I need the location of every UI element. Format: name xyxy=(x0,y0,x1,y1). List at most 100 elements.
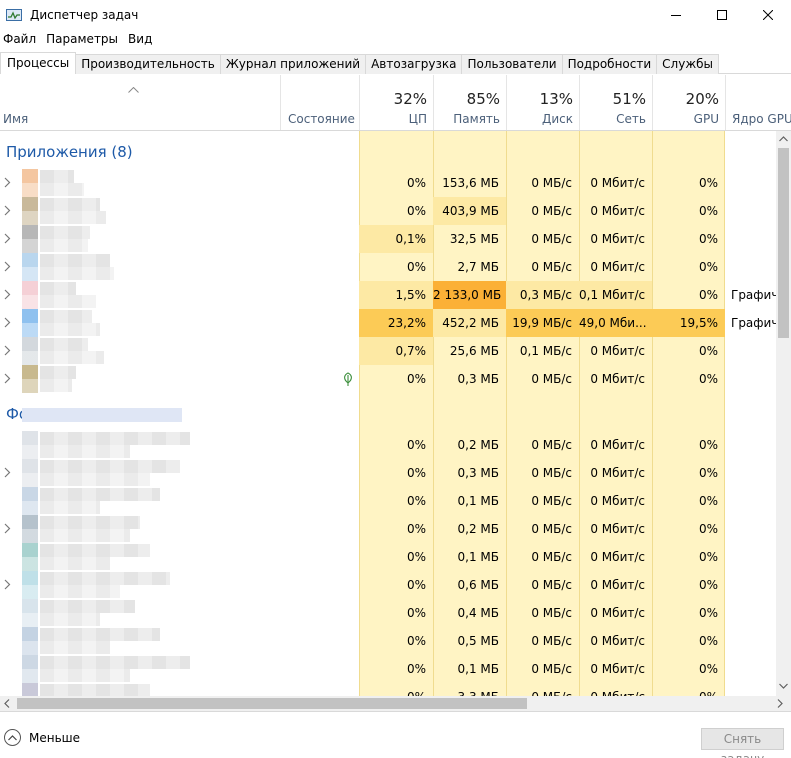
fewer-details-button[interactable]: Меньше xyxy=(4,729,80,746)
scroll-left-icon[interactable] xyxy=(4,699,10,708)
gpu-value: 0% xyxy=(698,634,718,648)
scroll-right-icon[interactable] xyxy=(777,699,783,708)
horizontal-scroll-thumb[interactable] xyxy=(17,698,527,709)
end-task-button[interactable]: Снять задачу xyxy=(701,728,784,758)
process-icon xyxy=(22,487,38,515)
chevron-right-icon[interactable] xyxy=(4,467,11,478)
table-row[interactable]: 0% 0,5 МБ 0 МБ/с 0 Мбит/с 0% xyxy=(0,627,776,655)
table-row[interactable]: 0% 153,6 МБ 0 МБ/с 0 Мбит/с 0% xyxy=(0,169,776,197)
chevron-right-icon[interactable] xyxy=(4,373,11,384)
process-icon xyxy=(22,627,38,655)
column-memory-label: Память xyxy=(453,112,500,126)
close-icon xyxy=(763,9,773,20)
memory-value: 0,1 МБ xyxy=(457,662,499,676)
tab-services[interactable]: Службы xyxy=(656,54,720,74)
column-gpu-engine[interactable]: Ядро GPU xyxy=(725,75,791,130)
table-row[interactable]: 0% 0,1 МБ 0 МБ/с 0 Мбит/с 0% xyxy=(0,655,776,683)
chevron-right-icon[interactable] xyxy=(4,317,11,328)
menu-options[interactable]: Параметры xyxy=(41,29,123,49)
group-header-apps[interactable]: Приложения (8) xyxy=(0,131,776,161)
column-name[interactable]: Имя xyxy=(0,75,280,130)
redacted-process-name xyxy=(40,641,110,654)
column-gpu[interactable]: 20% GPU xyxy=(652,75,725,130)
table-row[interactable]: 1,5% 2 133,0 МБ 0,3 МБ/с 0,1 Мбит/с 0% Графич… xyxy=(0,281,776,309)
column-cpu-label: ЦП xyxy=(408,112,427,126)
process-icon xyxy=(22,655,38,683)
table-row[interactable]: 0% 0,2 МБ 0 МБ/с 0 Мбит/с 0% xyxy=(0,515,776,543)
gpu-engine-value: Графиче xyxy=(731,316,776,330)
scroll-down-icon[interactable] xyxy=(779,683,788,689)
title-bar: Диспетчер задач xyxy=(0,0,791,29)
network-value: 0 Мбит/с xyxy=(590,494,645,508)
gpu-value: 0% xyxy=(698,232,718,246)
gpu-value: 0% xyxy=(698,344,718,358)
chevron-right-icon[interactable] xyxy=(4,205,11,216)
redacted-process-name xyxy=(40,572,170,585)
column-disk[interactable]: 13% Диск xyxy=(506,75,579,130)
process-icon xyxy=(22,543,38,571)
chevron-right-icon[interactable] xyxy=(4,345,11,356)
table-row[interactable]: 0% 0,4 МБ 0 МБ/с 0 Мбит/с 0% xyxy=(0,599,776,627)
process-icon xyxy=(22,571,38,599)
process-icon xyxy=(22,253,38,281)
tab-app-history[interactable]: Журнал приложений xyxy=(219,54,367,74)
table-row[interactable]: 0% 0,3 МБ 0 МБ/с 0 Мбит/с 0% xyxy=(0,365,776,393)
gpu-engine-value xyxy=(731,515,776,543)
disk-value: 0 МБ/с xyxy=(531,438,572,452)
table-row[interactable]: 0,1% 32,5 МБ 0 МБ/с 0 Мбит/с 0% xyxy=(0,225,776,253)
scroll-up-icon[interactable] xyxy=(779,136,788,142)
memory-value: 452,2 МБ xyxy=(433,309,506,337)
tab-users[interactable]: Пользователи xyxy=(461,54,563,74)
chevron-right-icon[interactable] xyxy=(4,233,11,244)
process-icon xyxy=(22,365,38,393)
close-button[interactable] xyxy=(745,0,791,29)
table-row[interactable]: 0%3,3 МБ0 МБ/с0 Мбит/с0% xyxy=(0,683,776,696)
table-row[interactable]: 0% 0,1 МБ 0 МБ/с 0 Мбит/с 0% xyxy=(0,487,776,515)
redacted-process-name xyxy=(40,656,190,669)
column-memory[interactable]: 85% Память xyxy=(433,75,506,130)
minimize-icon xyxy=(671,14,681,16)
redacted-process-name xyxy=(40,432,190,445)
chevron-right-icon[interactable] xyxy=(4,177,11,188)
minimize-button[interactable] xyxy=(653,0,699,29)
table-row[interactable]: 0% 0,2 МБ 0 МБ/с 0 Мбит/с 0% xyxy=(0,431,776,459)
chevron-right-icon[interactable] xyxy=(4,289,11,300)
menu-file[interactable]: Файл xyxy=(0,29,41,49)
horizontal-scrollbar[interactable] xyxy=(0,696,791,711)
menu-view[interactable]: Вид xyxy=(123,29,157,49)
table-row[interactable]: 0% 403,9 МБ 0 МБ/с 0 Мбит/с 0% xyxy=(0,197,776,225)
gpu-engine-value xyxy=(731,627,776,655)
disk-value: 0 МБ/с xyxy=(531,260,572,274)
gpu-value: 0% xyxy=(698,578,718,592)
table-row[interactable]: 0% 0,1 МБ 0 МБ/с 0 Мбит/с 0% xyxy=(0,543,776,571)
tab-details[interactable]: Подробности xyxy=(561,54,658,74)
network-value: 49,0 Мби... xyxy=(579,309,652,337)
table-row[interactable]: 0% 2,7 МБ 0 МБ/с 0 Мбит/с 0% xyxy=(0,253,776,281)
chevron-right-icon[interactable] xyxy=(4,261,11,272)
group-header-background[interactable]: Фо xyxy=(0,393,776,423)
gpu-engine-value xyxy=(731,337,776,365)
redacted-process-name xyxy=(40,267,114,280)
maximize-icon xyxy=(717,9,727,20)
vertical-scrollbar[interactable] xyxy=(776,131,791,696)
cpu-value: 0,7% xyxy=(359,337,433,365)
gpu-value: 0% xyxy=(698,662,718,676)
column-cpu[interactable]: 32% ЦП xyxy=(359,75,433,130)
tab-processes[interactable]: Процессы xyxy=(0,52,77,74)
tab-performance[interactable]: Производительность xyxy=(75,54,221,74)
redacted-process-name xyxy=(40,295,96,308)
menu-bar: Файл Параметры Вид xyxy=(0,29,157,49)
chevron-right-icon[interactable] xyxy=(4,579,11,590)
table-row[interactable]: 23,2% 452,2 МБ 19,9 МБ/с 49,0 Мби... 19,5% Гр… xyxy=(0,309,776,337)
table-row[interactable]: 0% 0,6 МБ 0 МБ/с 0 Мбит/с 0% xyxy=(0,571,776,599)
network-value: 0 Мбит/с xyxy=(590,578,645,592)
redacted-process-name xyxy=(40,488,160,501)
maximize-button[interactable] xyxy=(699,0,745,29)
table-row[interactable]: 0,7% 25,6 МБ 0,1 МБ/с 0 Мбит/с 0% xyxy=(0,337,776,365)
tab-startup[interactable]: Автозагрузка xyxy=(365,54,463,74)
chevron-right-icon[interactable] xyxy=(4,523,11,534)
table-row[interactable]: 0% 0,3 МБ 0 МБ/с 0 Мбит/с 0% xyxy=(0,459,776,487)
column-state[interactable]: Состояние xyxy=(280,75,359,130)
column-network[interactable]: 51% Сеть xyxy=(579,75,652,130)
vertical-scroll-thumb[interactable] xyxy=(778,148,789,338)
